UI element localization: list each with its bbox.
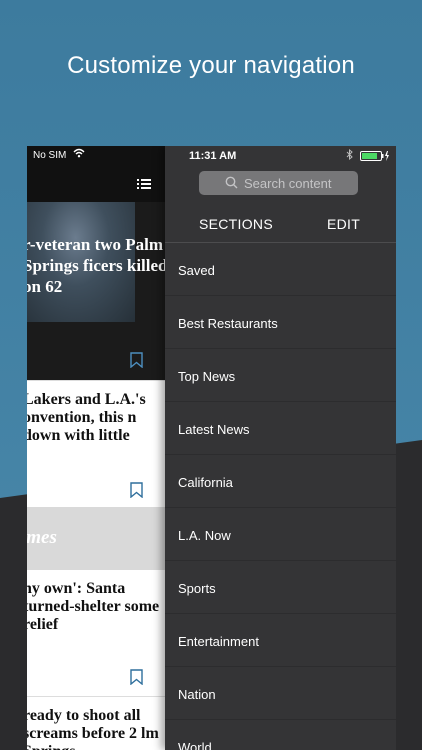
bookmark-icon[interactable] — [130, 482, 143, 503]
section-label: Sports — [178, 581, 216, 596]
status-time: 11:31 AM — [189, 150, 237, 162]
section-item-best-restaurants[interactable]: Best Restaurants — [165, 296, 396, 349]
bookmark-icon[interactable] — [130, 352, 143, 373]
tab-sections[interactable]: SECTIONS — [199, 216, 273, 232]
bluetooth-icon — [346, 148, 353, 163]
section-item-entertainment[interactable]: Entertainment — [165, 614, 396, 667]
section-list: Saved Best Restaurants Top News Latest N… — [165, 243, 396, 750]
drawer-tabs: SECTIONS EDIT — [165, 214, 396, 244]
carrier-label: No SIM — [33, 150, 67, 161]
section-item-nation[interactable]: Nation — [165, 667, 396, 720]
section-item-latest-news[interactable]: Latest News — [165, 402, 396, 455]
section-item-la-now[interactable]: L.A. Now — [165, 508, 396, 561]
article-card[interactable]: r-veteran two Palm Springs ficers killed… — [27, 202, 165, 380]
section-label: California — [178, 475, 233, 490]
section-label: L.A. Now — [178, 528, 231, 543]
ad-brand-logo: imes — [27, 527, 57, 548]
section-label: Top News — [178, 369, 236, 384]
section-label: Saved — [178, 263, 215, 278]
search-placeholder: Search content — [244, 176, 332, 191]
section-item-world[interactable]: World — [165, 720, 396, 750]
edit-button[interactable]: EDIT — [327, 216, 360, 232]
navigation-drawer: 11:31 AM Search content SECTIONS EDIT Sa… — [165, 146, 396, 750]
section-item-sports[interactable]: Sports — [165, 561, 396, 614]
search-icon — [225, 176, 238, 192]
tagline: Customize your navigation — [67, 52, 355, 79]
section-label: Entertainment — [178, 634, 259, 649]
article-feed: No SIM r-veteran two Palm Springs ficers… — [27, 146, 165, 750]
article-card[interactable]: Lakers and L.A.'s onvention, this n down… — [27, 380, 165, 508]
article-headline: ny own': Santa turned-shelter some relie… — [27, 580, 160, 633]
section-label: World — [178, 740, 212, 750]
article-card[interactable]: ready to shoot all screams before 2 lm S… — [27, 697, 165, 750]
ad-banner[interactable]: imes — [27, 507, 165, 570]
article-headline: ready to shoot all screams before 2 lm S… — [27, 707, 159, 750]
section-label: Best Restaurants — [178, 316, 278, 331]
wifi-icon — [73, 148, 85, 161]
search-input[interactable]: Search content — [199, 171, 358, 195]
menu-list-icon[interactable] — [137, 177, 151, 195]
section-item-top-news[interactable]: Top News — [165, 349, 396, 402]
article-card[interactable]: ny own': Santa turned-shelter some relie… — [27, 570, 165, 697]
battery-icon — [360, 151, 390, 164]
section-label: Nation — [178, 687, 216, 702]
feed-nav-bar — [27, 166, 165, 202]
bookmark-icon[interactable] — [130, 669, 143, 690]
section-label: Latest News — [178, 422, 250, 437]
article-headline: r-veteran two Palm Springs ficers killed… — [27, 235, 165, 296]
article-headline: Lakers and L.A.'s onvention, this n down… — [27, 391, 146, 444]
section-item-saved[interactable]: Saved — [165, 243, 396, 296]
section-item-california[interactable]: California — [165, 455, 396, 508]
status-bar: 11:31 AM — [165, 146, 396, 166]
device-screen: No SIM r-veteran two Palm Springs ficers… — [27, 146, 396, 750]
status-bar-left: No SIM — [27, 146, 165, 166]
